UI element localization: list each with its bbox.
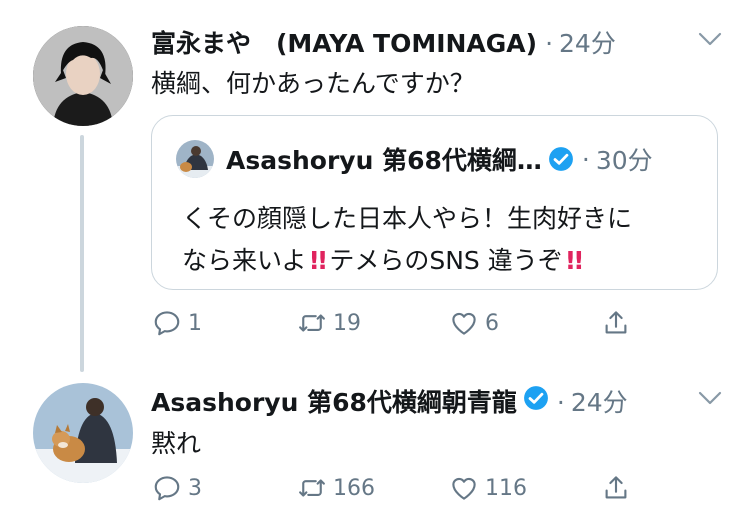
tweet-header: Asashoryu 第68代横綱朝青龍 · 24分: [151, 383, 628, 419]
timestamp[interactable]: 24分: [559, 24, 616, 60]
share-icon: [605, 311, 627, 334]
retweet-count: 166: [333, 475, 375, 501]
quoted-tweet-card[interactable]: Asashoryu 第68代横綱… · 30分 くその顔隠した日本人やら！生肉好…: [151, 115, 718, 290]
reply-icon: [154, 476, 180, 501]
quote-text-line-2: なら来いよ!! テメらのSNS 違うぞ!!: [182, 240, 632, 282]
reply-button[interactable]: 3: [152, 473, 297, 503]
reply-count: 3: [188, 475, 202, 501]
share-button[interactable]: [601, 473, 631, 503]
author-name[interactable]: 富永まや (MAYA TOMINAGA): [151, 24, 537, 60]
verified-badge-icon: [523, 386, 548, 410]
quote-header: Asashoryu 第68代横綱… · 30分: [176, 140, 653, 178]
like-button[interactable]: 6: [449, 308, 601, 338]
share-icon: [605, 476, 627, 499]
share-button[interactable]: [601, 308, 631, 338]
timestamp[interactable]: 24分: [571, 383, 628, 419]
quote-avatar-photo: [176, 140, 214, 178]
retweet-button[interactable]: 166: [297, 473, 449, 503]
avatar-photo: [33, 26, 133, 126]
quote-text-line-1: くその顔隠した日本人やら！生肉好きに: [182, 204, 633, 233]
like-count: 6: [485, 310, 499, 336]
double-exclamation-emoji: !!: [564, 246, 585, 275]
like-icon: [452, 477, 476, 500]
chevron-down-icon[interactable]: [697, 30, 723, 48]
like-count: 116: [485, 475, 527, 501]
quote-timestamp[interactable]: 30分: [596, 141, 653, 177]
like-button[interactable]: 116: [449, 473, 601, 503]
retweet-icon: [299, 314, 325, 332]
separator-dot: ·: [581, 144, 590, 174]
tweet-text: 横綱、何かあったんですか？: [151, 69, 475, 98]
quote-text: くその顔隠した日本人やら！生肉好きに なら来いよ!! テメらのSNS 違うぞ!!: [182, 198, 632, 282]
tweet-actions: 3 166 116: [152, 473, 631, 503]
avatar[interactable]: [33, 26, 133, 126]
double-exclamation-emoji: !!: [308, 246, 329, 275]
author-name[interactable]: Asashoryu 第68代横綱朝青龍: [151, 383, 517, 419]
like-icon: [452, 312, 476, 335]
chevron-down-icon[interactable]: [697, 389, 723, 407]
verified-badge-icon: [548, 147, 573, 171]
separator-dot: ·: [545, 29, 554, 58]
quote-avatar: [176, 140, 214, 178]
reply-count: 1: [188, 310, 202, 336]
reply-button[interactable]: 1: [152, 308, 297, 338]
thread-line: [80, 135, 84, 372]
retweet-icon: [299, 479, 325, 497]
avatar-photo: [33, 383, 133, 483]
reply-icon: [154, 311, 180, 336]
avatar[interactable]: [33, 383, 133, 483]
quote-text-part: テメらのSNS 違うぞ: [329, 246, 563, 275]
quote-text-part: なら来いよ: [182, 246, 307, 275]
tweet-actions: 1 19 6: [152, 308, 631, 338]
retweet-button[interactable]: 19: [297, 308, 449, 338]
separator-dot: ·: [556, 388, 565, 417]
tweet-header: 富永まや (MAYA TOMINAGA) · 24分: [151, 24, 616, 60]
tweet-text: 黙れ: [151, 429, 202, 458]
quote-author-name[interactable]: Asashoryu 第68代横綱…: [226, 141, 542, 177]
retweet-count: 19: [333, 310, 361, 336]
